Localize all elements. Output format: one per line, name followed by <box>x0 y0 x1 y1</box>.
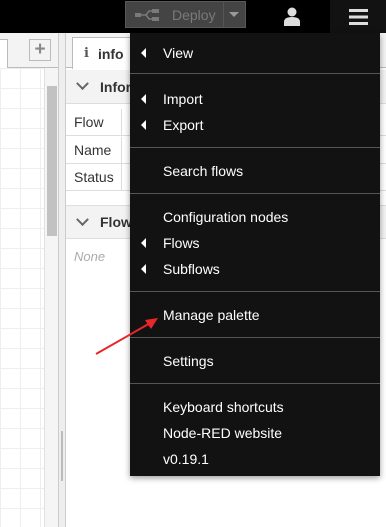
menu-item-settings[interactable]: Settings <box>130 348 380 374</box>
separator-grip[interactable] <box>61 431 63 481</box>
menu-item-manage-palette[interactable]: Manage palette <box>130 302 380 328</box>
menu-item-keyboard-shortcuts[interactable]: Keyboard shortcuts <box>130 394 380 420</box>
flows-section-title: Flow <box>100 214 132 230</box>
tab-info-label: info <box>97 45 124 62</box>
chevron-down-icon <box>76 212 89 226</box>
menu-item-configuration-nodes[interactable]: Configuration nodes <box>130 204 380 230</box>
chevron-down-icon <box>76 77 89 91</box>
main-menu-button[interactable] <box>330 0 386 33</box>
menu-divider <box>130 193 380 194</box>
workspace-scrollbar[interactable] <box>44 68 58 527</box>
menu-item-import[interactable]: Import <box>130 86 380 112</box>
workspace-tab-bar: + <box>0 33 58 68</box>
caret-left-icon <box>141 48 146 58</box>
main-menu-dropdown: View Import Export Search flows Configur… <box>130 33 380 476</box>
menu-divider <box>130 291 380 292</box>
deploy-button[interactable]: Deploy <box>125 1 246 28</box>
chevron-down-icon[interactable] <box>229 12 239 17</box>
deploy-label: Deploy <box>172 6 216 23</box>
menu-divider <box>130 147 380 148</box>
menu-divider <box>130 337 380 338</box>
menu-item-search-flows[interactable]: Search flows <box>130 158 380 184</box>
red-arrow-annotation-icon <box>95 318 158 355</box>
sidebar-separator[interactable] <box>58 33 66 527</box>
deploy-icon <box>135 8 159 21</box>
menu-item-node-red-website[interactable]: Node-RED website <box>130 420 380 446</box>
user-button[interactable] <box>274 0 310 33</box>
caret-left-icon <box>141 264 146 274</box>
flows-empty-label: None <box>74 249 106 264</box>
workspace-canvas[interactable] <box>0 68 44 527</box>
menu-divider <box>130 73 380 74</box>
deploy-divider <box>223 2 224 27</box>
menu-item-flows[interactable]: Flows <box>130 230 380 256</box>
caret-left-icon <box>141 94 146 104</box>
menu-item-subflows[interactable]: Subflows <box>130 256 380 282</box>
workspace: + <box>0 33 58 527</box>
menu-item-export[interactable]: Export <box>130 112 380 138</box>
header-bar: Deploy <box>0 0 386 33</box>
add-flow-tab-button[interactable]: + <box>29 39 51 61</box>
info-section-title: Infor <box>100 78 132 95</box>
menu-divider <box>130 383 380 384</box>
user-icon <box>284 7 300 26</box>
hamburger-menu-icon <box>348 8 368 25</box>
menu-item-version: v0.19.1 <box>163 451 209 467</box>
caret-left-icon <box>141 238 146 248</box>
workspace-tab[interactable] <box>0 39 8 68</box>
workspace-scrollbar-thumb[interactable] <box>47 86 57 236</box>
info-icon: i <box>84 46 89 61</box>
caret-left-icon <box>141 120 146 130</box>
menu-item-view[interactable]: View <box>130 40 380 66</box>
